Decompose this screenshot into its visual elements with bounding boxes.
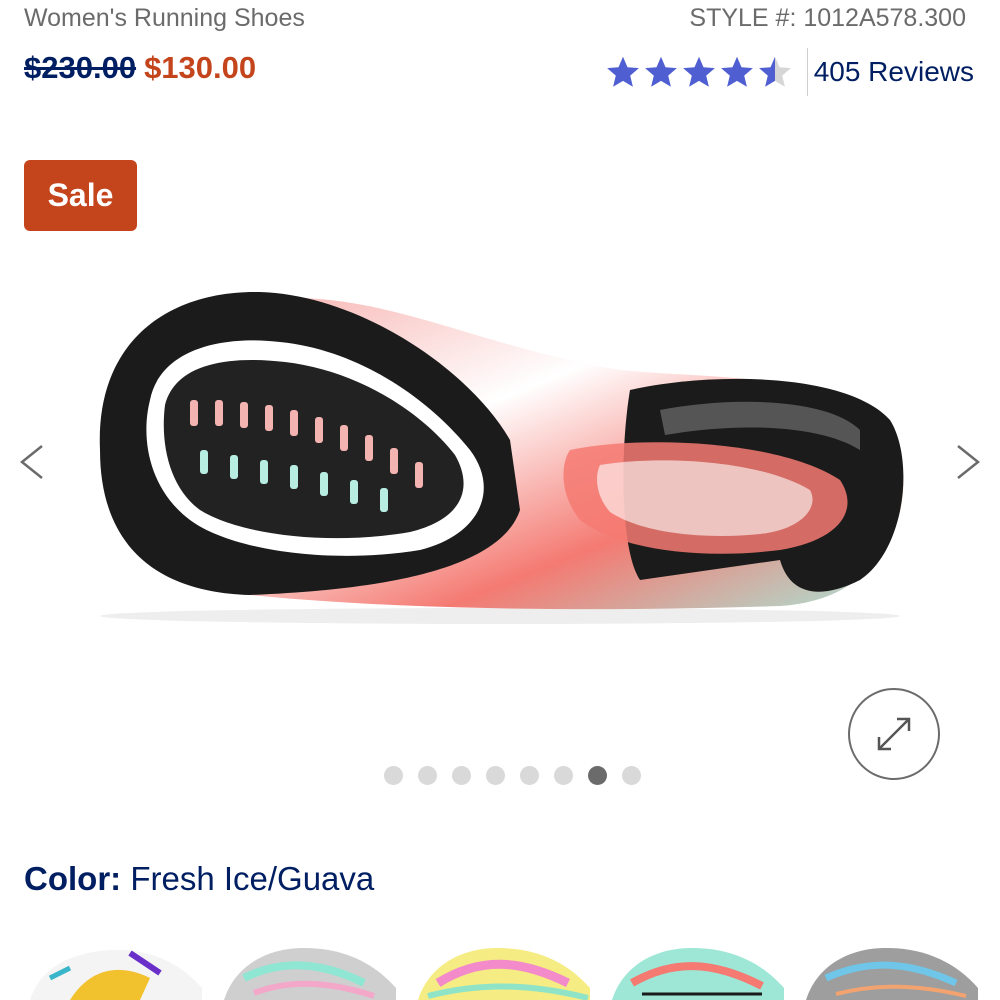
sale-price: $130.00 — [144, 50, 257, 85]
star-icon — [720, 56, 753, 87]
star-icon — [606, 56, 639, 87]
star-icon — [682, 56, 715, 87]
color-value: Fresh Ice/Guava — [130, 860, 375, 897]
star-rating — [605, 54, 793, 90]
pagination-dot[interactable] — [554, 766, 573, 785]
color-selection: Color: Fresh Ice/Guava — [24, 860, 374, 898]
reviews-link[interactable]: 405 Reviews — [814, 56, 974, 88]
rating[interactable]: 405 Reviews — [605, 48, 974, 96]
pagination-dot[interactable] — [418, 766, 437, 785]
pagination-dot[interactable] — [520, 766, 539, 785]
color-label: Color: — [24, 860, 122, 897]
style-number: STYLE #: 1012A578.300 — [689, 4, 966, 32]
swatch-white-purple-yellow[interactable] — [30, 938, 202, 1000]
star-icon — [644, 56, 677, 87]
gallery-pagination — [384, 766, 641, 785]
expand-icon — [877, 717, 911, 751]
price-row: $230.00 $130.00 — [24, 50, 256, 86]
swatch-grey-blue[interactable] — [806, 938, 978, 1000]
chevron-left-icon[interactable] — [12, 440, 52, 484]
color-swatches — [30, 938, 978, 1000]
expand-button[interactable] — [848, 688, 940, 780]
product-category: Women's Running Shoes — [24, 4, 305, 32]
pagination-dot[interactable] — [486, 766, 505, 785]
original-price: $230.00 — [24, 50, 137, 85]
pagination-dot-active[interactable] — [588, 766, 607, 785]
rating-divider — [806, 48, 808, 96]
pagination-dot[interactable] — [384, 766, 403, 785]
swatch-yellow-pink-mint[interactable] — [418, 938, 590, 1000]
swatch-grey-mint-pink[interactable] — [224, 938, 396, 1000]
sale-badge: Sale — [24, 160, 137, 231]
pagination-dot[interactable] — [452, 766, 471, 785]
swatch-mint-guava[interactable] — [612, 938, 784, 1000]
pagination-dot[interactable] — [622, 766, 641, 785]
chevron-right-icon[interactable] — [948, 440, 988, 484]
half-star-icon — [758, 56, 791, 87]
product-image[interactable] — [0, 250, 1000, 680]
